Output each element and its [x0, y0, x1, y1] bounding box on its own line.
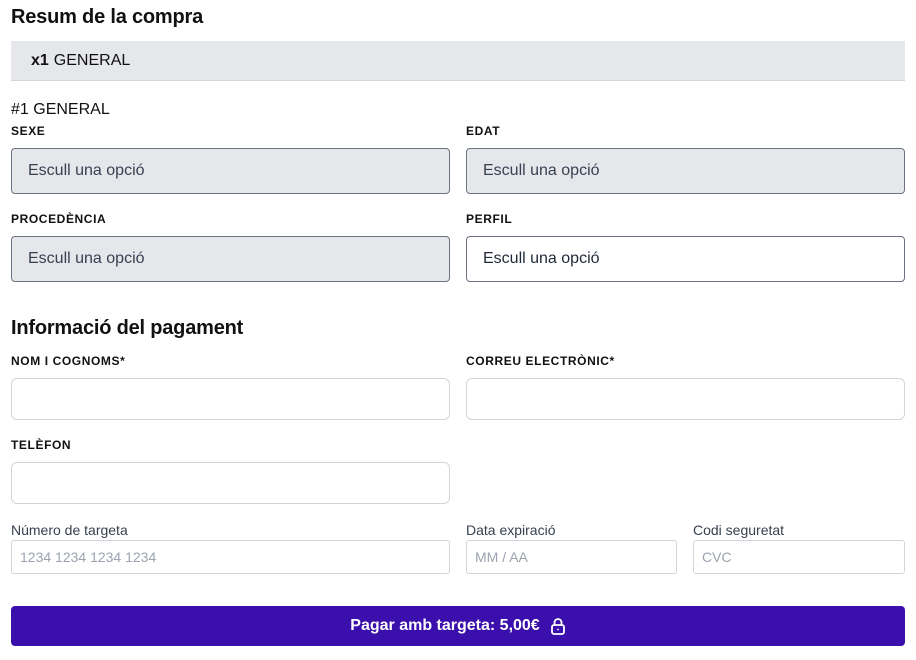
sexe-select[interactable]: Escull una opció	[11, 148, 450, 194]
procedencia-select[interactable]: Escull una opció	[11, 236, 450, 282]
item-quantity: x1	[31, 51, 49, 69]
perfil-select-value: Escull una opció	[483, 250, 600, 267]
card-number-input[interactable]: 1234 1234 1234 1234	[11, 540, 450, 574]
pay-button[interactable]: Pagar amb targeta: 5,00€	[11, 606, 905, 646]
item-name: GENERAL	[53, 51, 131, 69]
expiry-input[interactable]: MM / AA	[466, 540, 677, 574]
perfil-select[interactable]: Escull una opció	[466, 236, 905, 282]
card-number-label: Número de targeta	[11, 522, 128, 538]
card-number-placeholder: 1234 1234 1234 1234	[20, 549, 157, 565]
cvc-placeholder: CVC	[702, 549, 732, 565]
pay-button-label: Pagar amb targeta: 5,00€	[350, 617, 540, 634]
email-input[interactable]	[466, 378, 905, 420]
perfil-label: PERFIL	[466, 212, 513, 226]
edat-select-value: Escull una opció	[483, 162, 600, 179]
name-input[interactable]	[11, 378, 450, 420]
cvc-input[interactable]: CVC	[693, 540, 905, 574]
lock-icon	[550, 617, 566, 635]
procedencia-label: PROCEDÈNCIA	[11, 212, 107, 226]
procedencia-select-value: Escull una opció	[28, 250, 145, 267]
phone-label: TELÈFON	[11, 438, 72, 452]
cvc-label: Codi seguretat	[693, 522, 785, 538]
name-label: NOM I COGNOMS*	[11, 354, 126, 368]
edat-label: EDAT	[466, 124, 501, 138]
expiry-label: Data expiració	[466, 522, 556, 538]
phone-input[interactable]	[11, 462, 450, 504]
payment-title: Informació del pagament	[11, 317, 244, 339]
summary-title: Resum de la compra	[11, 6, 204, 28]
edat-select[interactable]: Escull una opció	[466, 148, 905, 194]
ticket-heading: #1 GENERAL	[11, 101, 110, 118]
email-label: CORREU ELECTRÒNIC*	[466, 354, 615, 368]
sexe-label: SEXE	[11, 124, 46, 138]
sexe-select-value: Escull una opció	[28, 162, 145, 179]
expiry-placeholder: MM / AA	[475, 549, 528, 565]
summary-item-bar: x1 GENERAL	[11, 41, 905, 81]
